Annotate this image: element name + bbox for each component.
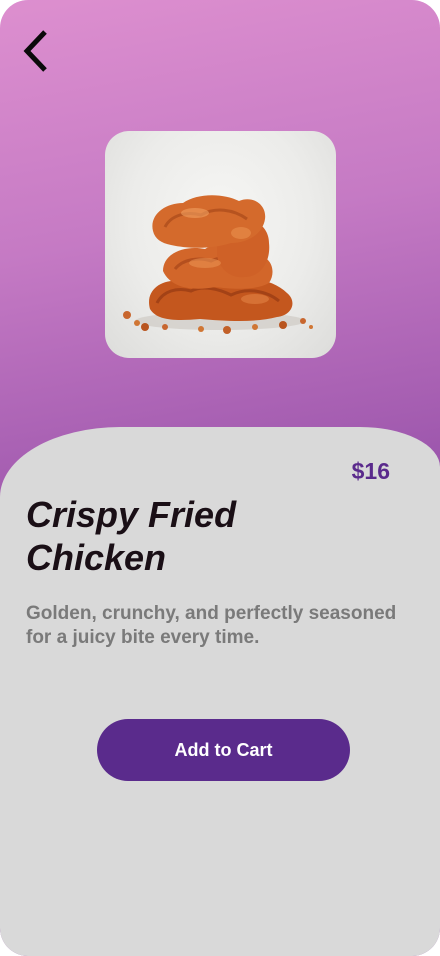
chevron-left-icon	[23, 30, 47, 72]
product-title: Crispy Fried Chicken	[26, 494, 237, 578]
fried-chicken-image	[123, 195, 313, 334]
product-description: Golden, crunchy, and perfectly seasoned …	[26, 603, 397, 648]
product-image	[105, 131, 336, 358]
add-to-cart-button[interactable]: Add to Cart	[97, 719, 350, 781]
back-button[interactable]	[18, 26, 58, 76]
product-detail-screen: $16 Crispy Fried Chicken Golden, crunchy…	[0, 0, 440, 956]
price-label: $16	[351, 458, 390, 484]
